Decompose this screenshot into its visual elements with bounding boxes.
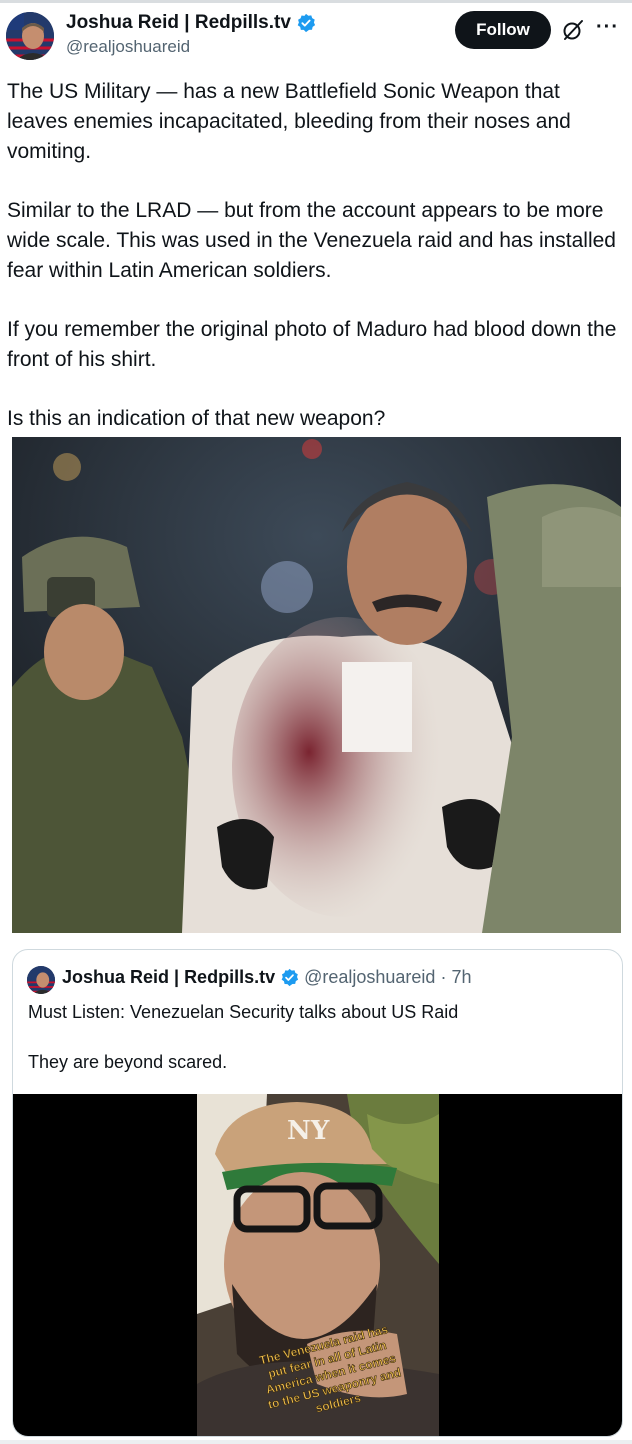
verified-badge-icon <box>297 13 316 33</box>
quoted-paragraph: Must Listen: Venezuelan Security talks a… <box>28 1002 459 1022</box>
quoted-timestamp[interactable]: 7h <box>451 967 471 988</box>
author-name[interactable]: Joshua Reid | Redpills.tv <box>66 11 291 35</box>
author-avatar[interactable] <box>6 12 54 60</box>
top-divider <box>0 0 632 3</box>
follow-button[interactable]: Follow <box>455 11 551 49</box>
author-row: Joshua Reid | Redpills.tv <box>66 11 316 35</box>
verified-badge-icon <box>281 968 299 987</box>
quoted-post[interactable]: Joshua Reid | Redpills.tv @realjoshuarei… <box>12 949 623 1437</box>
video-frame: NY The Venezuela raid has put fear in al… <box>197 1094 439 1436</box>
quoted-header: Joshua Reid | Redpills.tv @realjoshuarei… <box>62 967 471 988</box>
grok-icon[interactable] <box>561 18 585 42</box>
more-icon[interactable]: ··· <box>596 16 619 39</box>
quoted-author-avatar[interactable] <box>27 966 55 994</box>
quoted-author-name[interactable]: Joshua Reid | Redpills.tv <box>62 967 275 988</box>
quoted-paragraph: They are beyond scared. <box>28 1052 228 1072</box>
quoted-author-handle[interactable]: @realjoshuareid <box>304 967 435 988</box>
post-paragraph: Is this an indication of that new weapon… <box>7 407 386 430</box>
post-paragraph: If you remember the original photo of Ma… <box>7 318 617 371</box>
quoted-separator: · <box>440 967 447 987</box>
post-paragraph: Similar to the LRAD — but from the accou… <box>7 199 616 282</box>
post-paragraph: The US Military — has a new Battlefield … <box>7 80 571 163</box>
post-text: The US Military — has a new Battlefield … <box>7 77 617 463</box>
quoted-text: Must Listen: Venezuelan Security talks a… <box>28 1000 608 1100</box>
bottom-divider <box>0 1440 632 1444</box>
author-handle[interactable]: @realjoshuareid <box>66 37 190 57</box>
post-photo[interactable] <box>12 437 621 933</box>
quoted-video[interactable]: NY The Venezuela raid has put fear in al… <box>13 1094 622 1436</box>
